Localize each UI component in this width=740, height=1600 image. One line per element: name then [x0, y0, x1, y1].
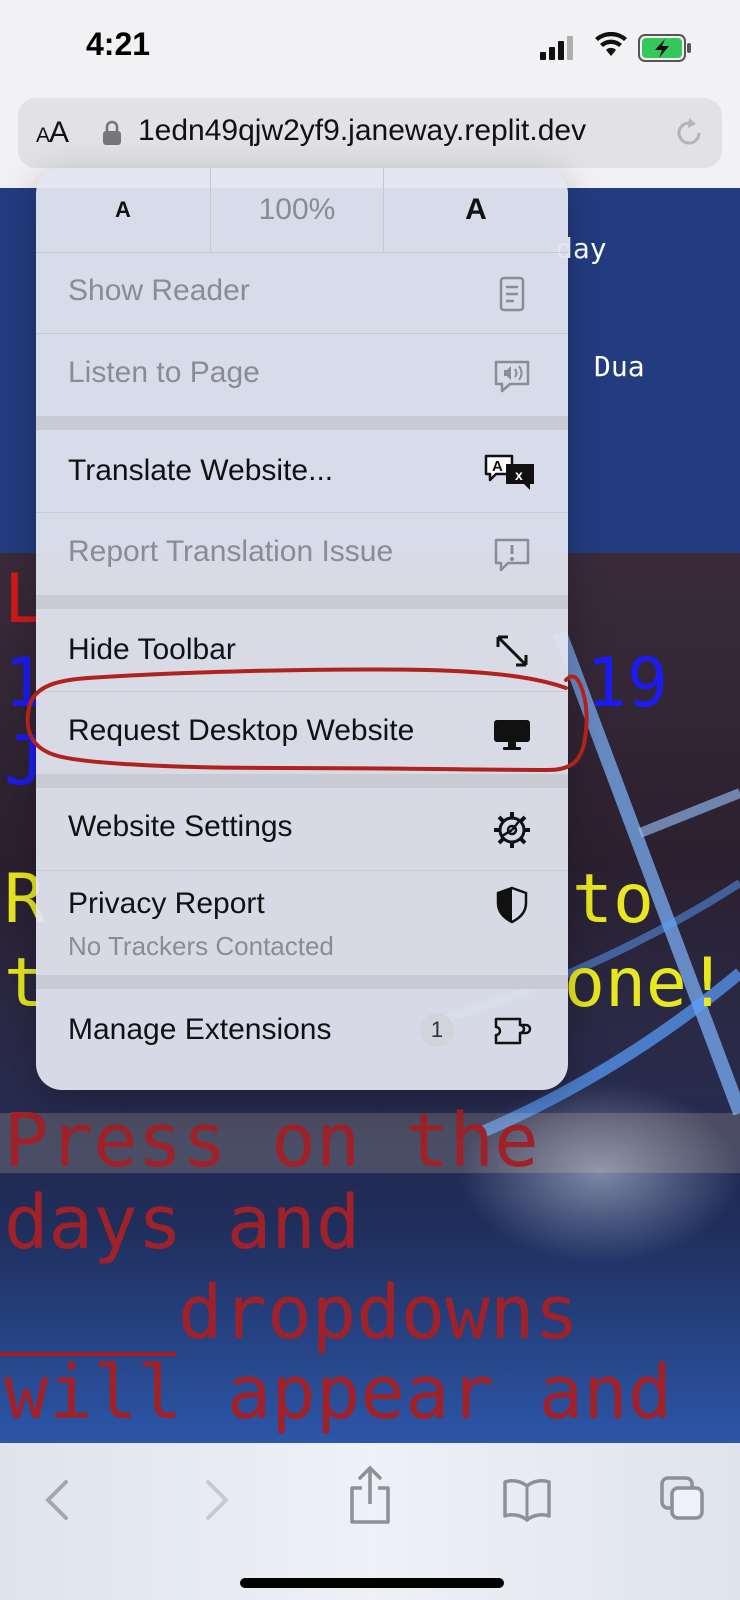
reload-icon[interactable]: [672, 116, 706, 150]
forward-icon[interactable]: [196, 1474, 236, 1526]
home-indicator: [240, 1578, 504, 1588]
translate-website-label: Translate Website...: [68, 454, 334, 487]
speech-bubble-speaker-icon: [494, 360, 530, 393]
privacy-report-subtitle: No Trackers Contacted: [68, 931, 334, 961]
bookmarks-icon[interactable]: [502, 1474, 552, 1524]
back-icon[interactable]: [38, 1474, 78, 1526]
format-small-a: A: [36, 124, 50, 147]
page-format-button[interactable]: AA: [36, 116, 69, 150]
translate-icon: A x: [484, 454, 534, 490]
puzzle-piece-icon: [494, 1017, 532, 1045]
menu-item-privacy-report[interactable]: Privacy Report No Trackers Contacted: [36, 871, 568, 975]
header-dua-label[interactable]: Dua: [594, 350, 645, 383]
reader-icon: [499, 276, 525, 312]
zoom-level-label: 100%: [258, 193, 336, 226]
instruction-line-2: days and: [4, 1180, 361, 1266]
annotation-circle: [25, 667, 589, 773]
overlay-text-one: one!: [564, 944, 728, 1023]
wifi-icon: [595, 32, 627, 56]
share-icon[interactable]: [346, 1464, 394, 1528]
tabs-icon[interactable]: [660, 1474, 706, 1524]
zoom-row: A 100% A: [36, 168, 568, 253]
instruction-line-1: Press on the: [4, 1098, 539, 1184]
hide-toolbar-label: Hide Toolbar: [68, 633, 236, 666]
zoom-increase-label: A: [465, 193, 487, 226]
url-text[interactable]: 1edn49qjw2yf9.janeway.replit.dev: [138, 114, 586, 148]
shield-icon: [496, 886, 528, 924]
zoom-increase-button[interactable]: A: [384, 168, 568, 252]
status-time: 4:21: [86, 26, 151, 62]
zoom-level[interactable]: 100%: [211, 168, 383, 252]
report-translation-issue-label: Report Translation Issue: [68, 535, 394, 568]
menu-item-show-reader[interactable]: Show Reader: [36, 252, 568, 334]
format-big-a: A: [49, 116, 69, 149]
overlay-text-19: 19: [586, 644, 668, 723]
manage-extensions-label: Manage Extensions: [68, 1013, 332, 1046]
extensions-count-badge: 1: [420, 1013, 454, 1047]
zoom-decrease-button[interactable]: A: [36, 168, 210, 252]
instruction-line-4: will appear and: [4, 1350, 673, 1436]
menu-item-translate-website[interactable]: Translate Website... A x: [36, 430, 568, 512]
svg-text:x: x: [515, 467, 523, 483]
instruction-line-3: dropdowns: [178, 1270, 579, 1356]
report-bubble-icon: [494, 538, 530, 572]
battery-charging-icon: [638, 34, 691, 62]
overlay-text-to: to: [572, 860, 654, 939]
lock-icon: [103, 120, 121, 145]
gear-icon: [494, 812, 530, 848]
menu-item-listen-to-page[interactable]: Listen to Page: [36, 334, 568, 416]
menu-item-report-translation-issue[interactable]: Report Translation Issue: [36, 513, 568, 595]
page-menu: A 100% A Show Reader Listen to Page Tran…: [36, 168, 568, 1090]
menu-item-website-settings[interactable]: Website Settings: [36, 788, 568, 870]
website-settings-label: Website Settings: [68, 810, 293, 843]
privacy-report-label: Privacy Report: [68, 887, 265, 920]
show-reader-label: Show Reader: [68, 274, 250, 307]
svg-text:A: A: [492, 458, 503, 475]
menu-item-manage-extensions[interactable]: Manage Extensions 1: [36, 989, 568, 1071]
cellular-signal-icon: [540, 36, 573, 60]
listen-to-page-label: Listen to Page: [68, 356, 260, 389]
zoom-decrease-label: A: [115, 197, 131, 222]
